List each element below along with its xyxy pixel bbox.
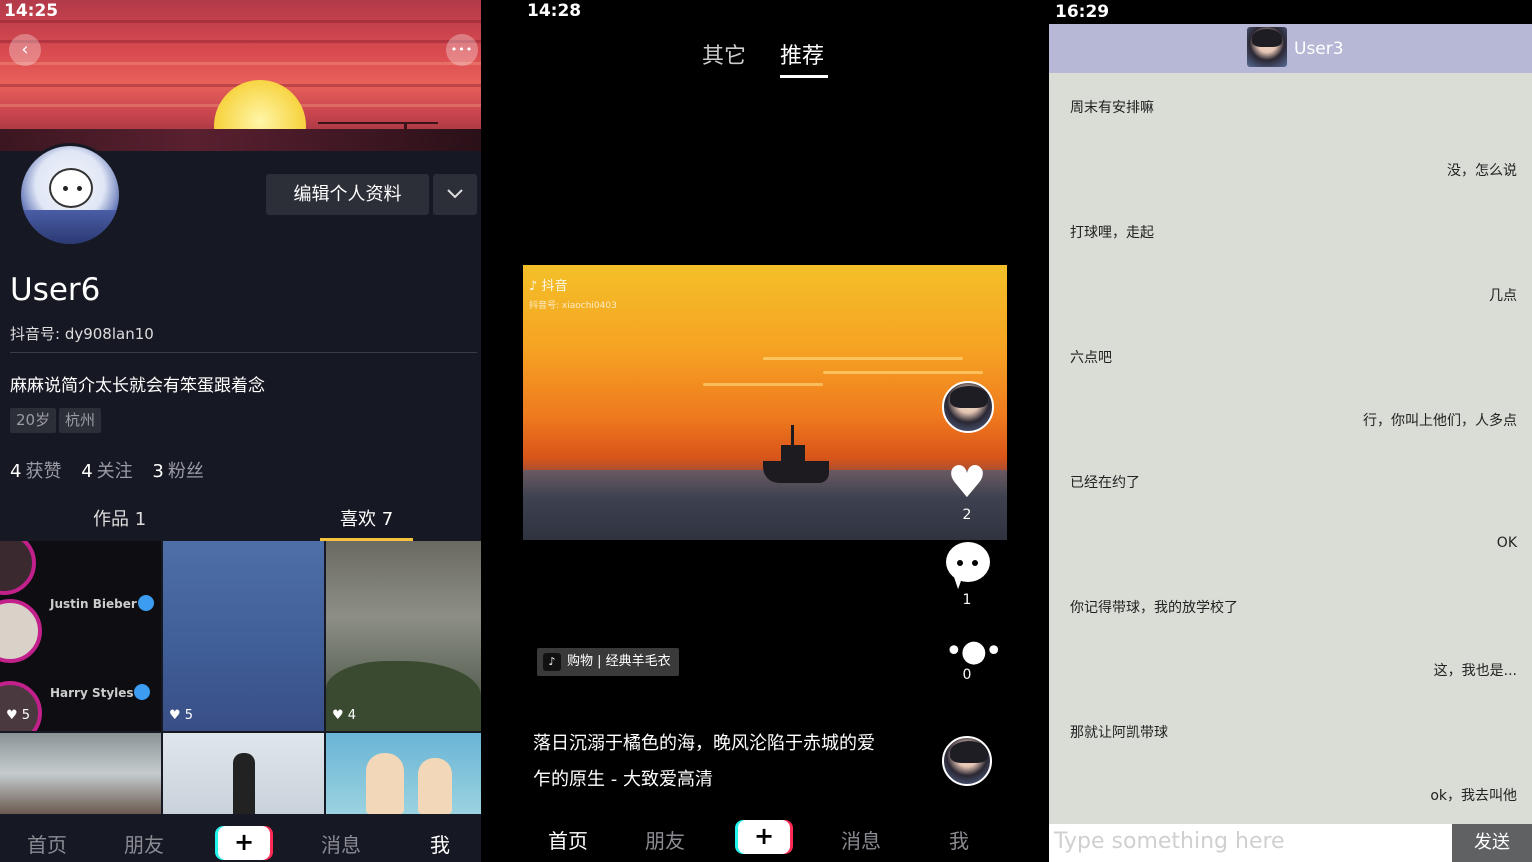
- message-received: 打球哩，走起: [1070, 225, 1154, 241]
- nav-me[interactable]: 我: [949, 825, 969, 854]
- message-received: 你记得带球，我的放学校了: [1070, 600, 1238, 616]
- message-sent: 行，你叫上他们，人多点: [1363, 413, 1517, 429]
- nav-messages[interactable]: 消息: [321, 829, 361, 858]
- send-button[interactable]: 发送: [1452, 824, 1532, 862]
- message-sent: 没，怎么说: [1447, 163, 1517, 179]
- age-tag: 20岁: [10, 408, 57, 433]
- profile-avatar[interactable]: [18, 143, 122, 247]
- nav-messages[interactable]: 消息: [841, 825, 881, 854]
- share-icon[interactable]: •●•: [945, 634, 1003, 669]
- tile-likes: ♥ 5: [6, 708, 31, 723]
- video-author[interactable]: @User3: [531, 691, 617, 715]
- shopping-tag[interactable]: ♪ 购物 | 经典羊毛衣: [537, 648, 679, 676]
- message-sent: OK: [1496, 535, 1517, 551]
- nav-home[interactable]: 首页: [27, 829, 67, 858]
- chevron-down-icon[interactable]: [433, 174, 477, 215]
- heart-icon[interactable]: ♥: [945, 461, 989, 505]
- profile-banner-image: [0, 0, 481, 151]
- profile-username: User6: [10, 272, 101, 308]
- status-time: 14:28: [527, 1, 582, 21]
- message-received: 周末有安排嘛: [1070, 100, 1154, 116]
- nav-home[interactable]: 首页: [548, 825, 588, 854]
- liked-video-tile[interactable]: Justin Bieber Harry Styles ♥ 5: [0, 541, 161, 731]
- video-music[interactable]: 乍的原生 - 大致爱高清: [533, 765, 713, 791]
- followers-stat[interactable]: 3 粉丝: [152, 461, 203, 482]
- city-tag: 杭州: [59, 408, 102, 433]
- comment-icon[interactable]: [946, 542, 990, 582]
- input-placeholder: Type something here: [1054, 829, 1285, 854]
- liked-video-tile[interactable]: [326, 733, 481, 814]
- tab-likes[interactable]: 喜欢 7: [340, 505, 393, 531]
- following-stat[interactable]: 4 关注: [81, 461, 132, 482]
- nav-friends[interactable]: 朋友: [645, 825, 685, 854]
- message-received: 那就让阿凯带球: [1070, 725, 1168, 741]
- liked-video-tile[interactable]: [0, 733, 161, 814]
- video-description: 落日沉溺于橘色的海，晚风沦陷于赤城的爱: [533, 733, 875, 754]
- liked-video-tile[interactable]: ♥ 5: [163, 541, 324, 731]
- chat-screen: 16:29 User3 周末有安排嘛 没，怎么说 打球哩，走起 几点 六点吧 行…: [1049, 0, 1532, 862]
- tab-indicator: [780, 75, 828, 78]
- tab-recommend[interactable]: 推荐: [780, 38, 824, 70]
- divider: [10, 352, 477, 353]
- nav-me[interactable]: 我: [430, 829, 450, 858]
- douyin-watermark: ♪ 抖音: [529, 279, 568, 294]
- tile-likes: ♥ 4: [332, 708, 357, 723]
- comment-count: 1: [962, 592, 972, 608]
- tab-works[interactable]: 作品 1: [93, 505, 146, 531]
- tab-other[interactable]: 其它: [702, 38, 746, 70]
- author-avatar[interactable]: [942, 381, 994, 433]
- nav-friends[interactable]: 朋友: [124, 829, 164, 858]
- message-sent: 几点: [1489, 288, 1517, 304]
- tile-text: Justin Bieber: [50, 597, 137, 611]
- tile-text: Harry Styles: [50, 686, 134, 700]
- message-received: 已经在约了: [1070, 475, 1140, 491]
- message-received: 六点吧: [1070, 350, 1112, 366]
- likes-stat[interactable]: 4 获赞: [10, 461, 61, 482]
- contact-name: User3: [1294, 39, 1344, 59]
- create-button[interactable]: +: [218, 826, 270, 860]
- like-count: 2: [962, 507, 972, 523]
- liked-video-tile[interactable]: [163, 733, 324, 814]
- tiktok-icon: ♪: [543, 653, 561, 671]
- message-sent: ok，我去叫他: [1430, 788, 1517, 804]
- video-player[interactable]: ♪ 抖音 抖音号: xiaochi0403: [523, 265, 1007, 540]
- profile-bio: 麻麻说简介太长就会有笨蛋跟着念: [10, 376, 265, 396]
- liked-video-tile[interactable]: ♥ 4: [326, 541, 481, 731]
- watermark-id: 抖音号: xiaochi0403: [529, 301, 617, 311]
- status-time: 14:25: [4, 1, 59, 21]
- status-time: 16:29: [1055, 2, 1110, 22]
- edit-profile-button[interactable]: 编辑个人资料: [266, 174, 429, 215]
- message-sent: 这，我也是...: [1433, 663, 1517, 679]
- douyin-id: 抖音号: dy908lan10: [10, 325, 154, 343]
- profile-screen: 14:25 ‹ ••• 编辑个人资料 User6 抖音号: dy908lan10…: [0, 0, 481, 862]
- profile-stats: 4 获赞 4 关注 3 粉丝: [10, 457, 218, 483]
- share-count: 0: [962, 667, 972, 683]
- contact-avatar[interactable]: [1247, 27, 1287, 67]
- back-button[interactable]: ‹: [9, 34, 41, 66]
- chat-header: User3: [1049, 24, 1532, 73]
- music-disc-avatar[interactable]: [942, 736, 992, 786]
- more-button[interactable]: •••: [446, 34, 478, 66]
- create-button[interactable]: +: [738, 820, 790, 854]
- tile-likes: ♥ 5: [169, 708, 194, 723]
